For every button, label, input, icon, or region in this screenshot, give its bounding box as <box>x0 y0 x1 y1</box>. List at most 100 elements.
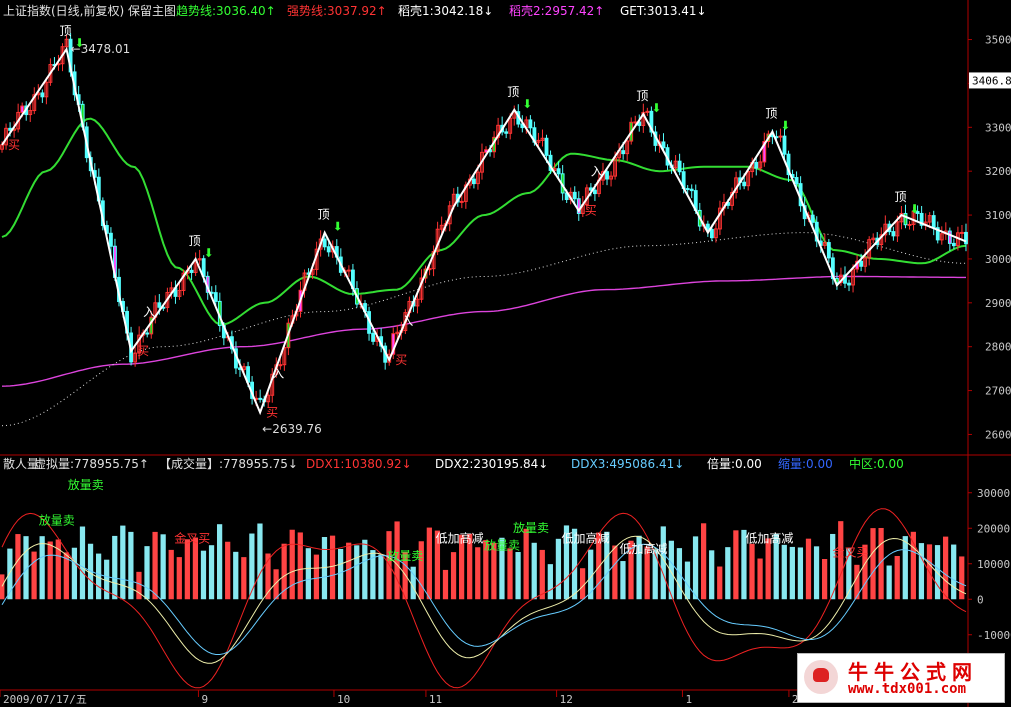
sell-arrow-icon: ⬇ <box>651 101 661 115</box>
volume-bar <box>442 569 449 600</box>
entry-signal: 入 <box>591 165 603 179</box>
candle-body <box>145 332 150 335</box>
volume-signal: 低加高减 <box>620 541 668 556</box>
price-tick-label: 2600 <box>985 428 1011 441</box>
buy-signal: 买 <box>585 204 597 218</box>
candle-body <box>605 171 609 180</box>
volume-bar <box>337 548 344 600</box>
volume-bar <box>684 561 691 600</box>
top-signal: 顶 <box>60 24 72 38</box>
volume-bar <box>717 566 723 600</box>
volume-signal: 放量卖 <box>484 538 520 553</box>
volume-signal: 金叉买 <box>832 545 868 560</box>
volume-bar <box>0 574 5 600</box>
volume-bar <box>555 538 562 600</box>
price-tick-label: 2700 <box>985 385 1011 398</box>
candle-body <box>213 292 218 302</box>
volume-bar <box>160 534 166 600</box>
candle-body <box>859 260 864 267</box>
candle-body <box>754 161 759 169</box>
volume-bar <box>547 564 553 600</box>
candle-body <box>742 181 747 187</box>
entry-signal: 入 <box>272 366 284 380</box>
volume-bar <box>104 559 110 600</box>
watermark: 牛牛公式网 www.tdx001.com <box>797 653 1005 703</box>
candle-body <box>689 188 694 192</box>
volume-bar <box>297 532 303 600</box>
volume-bar <box>136 571 142 600</box>
top-signal: 顶 <box>765 107 777 121</box>
volume-bar <box>733 530 739 600</box>
volume-bar <box>208 545 215 600</box>
volume-signal: 低加高减 <box>745 530 793 545</box>
volume-bar <box>709 550 715 600</box>
date-tick-label: 9 <box>201 693 208 706</box>
candle-body <box>633 121 638 124</box>
volume-bar <box>346 542 352 600</box>
volume-bar <box>225 541 231 600</box>
date-tick-label: 10 <box>337 693 350 706</box>
candle-body <box>40 92 45 98</box>
volume-bar <box>362 539 368 600</box>
candle-body <box>810 214 815 223</box>
candle-body <box>960 231 964 234</box>
volume-bar <box>700 523 707 600</box>
volume-bar <box>216 524 223 600</box>
volume-bar <box>523 528 529 600</box>
volume-bar <box>692 536 699 600</box>
indicator-3: DDX2:230195.84↓ <box>435 457 548 471</box>
price-tick-label: 3100 <box>985 209 1011 222</box>
volume-bar <box>450 552 457 600</box>
volume-bar <box>192 537 199 600</box>
volume-signal: 放量卖 <box>387 548 423 563</box>
volume-bar <box>426 527 432 600</box>
volume-bar <box>249 533 255 600</box>
volume-bar <box>797 547 804 600</box>
candle-body <box>346 269 351 272</box>
volume-bar <box>313 554 320 600</box>
volume-bar <box>329 535 336 600</box>
volume-signal: 放量卖 <box>513 520 549 535</box>
indicator-4: GET:3013.41↓ <box>620 4 707 18</box>
volume-bar <box>821 559 828 600</box>
volume-bar <box>813 546 820 600</box>
last-price-label: 3406.8 <box>972 74 1011 87</box>
sell-arrow-icon: ⬇ <box>522 97 532 111</box>
date-tick-label: 1 <box>685 693 692 706</box>
volume-signal: 低加高减 <box>436 530 484 545</box>
indicator-0: 虚拟量:778955.75↑ <box>34 457 149 471</box>
entry-signal: 入 <box>401 314 413 328</box>
volume-bar <box>31 551 37 600</box>
candle-body <box>504 131 509 134</box>
candle-body <box>709 228 714 239</box>
candle-body <box>157 302 162 308</box>
volume-bar <box>870 528 876 600</box>
cow-logo-icon <box>804 660 838 694</box>
candle-body <box>472 178 476 185</box>
volume-tick-label: -10000 <box>977 629 1011 642</box>
buy-signal: 买 <box>395 353 407 367</box>
volume-bar <box>749 543 755 600</box>
indicator-1: 【成交量】:778955.75↓ <box>159 456 298 471</box>
chart-background <box>0 0 1011 707</box>
candle-body <box>903 212 908 226</box>
volume-bar <box>781 544 787 600</box>
candle-body <box>931 215 936 229</box>
volume-tick-label: 20000 <box>977 522 1010 535</box>
candle-body <box>951 242 956 247</box>
candle-body <box>528 119 533 129</box>
volume-bar <box>789 546 795 600</box>
volume-tick-label: 0 <box>977 593 984 606</box>
indicator-7: 中区:0.00 <box>849 456 904 471</box>
candle-body <box>685 188 690 191</box>
indicator-0: 趋势线:3036.40↑ <box>176 4 276 18</box>
candle-body <box>20 105 25 113</box>
entry-signal: 入 <box>143 305 155 319</box>
volume-bar <box>886 565 892 600</box>
volume-signal: 放量卖 <box>68 477 104 492</box>
volume-bar <box>652 549 658 600</box>
volume-bar <box>942 536 949 600</box>
stock-chart[interactable]: 顶⬇顶⬇顶⬇顶⬇顶⬇ 顶⬇顶⬇买买买买买入入入入←3478.01←2639.76 … <box>0 0 1011 707</box>
candle-body <box>371 332 375 342</box>
volume-bar <box>838 521 844 600</box>
